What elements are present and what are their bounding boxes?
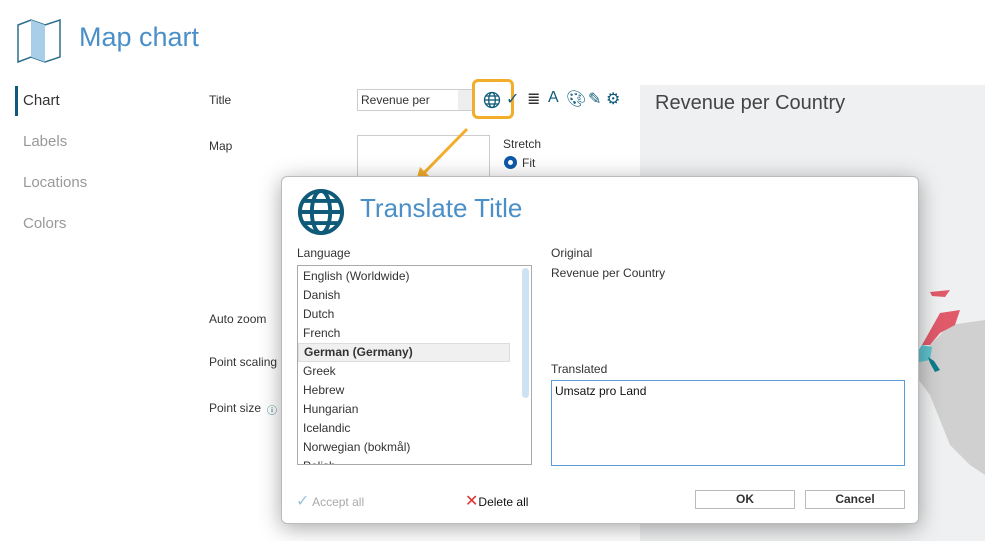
sidebar-item-locations[interactable]: Locations [23,174,87,191]
ok-button[interactable]: OK [695,490,795,509]
title-label: Title [209,93,232,107]
x-icon: ✕ [465,493,479,510]
language-option[interactable]: French [298,324,531,343]
language-option[interactable]: Norwegian (bokmål) [298,438,531,457]
preview-title: Revenue per Country [655,92,846,114]
translated-textarea[interactable]: Umsatz pro Land [551,380,905,466]
font-icon[interactable]: A [548,89,559,107]
translated-label: Translated [551,362,608,376]
fit-radio[interactable] [504,156,517,169]
map-icon [17,19,61,64]
active-indicator [15,86,18,116]
language-option[interactable]: Hebrew [298,381,531,400]
language-option[interactable]: German (Germany) [298,343,510,362]
language-option[interactable]: Dutch [298,305,531,324]
palette-icon[interactable]: 🎨︎ [566,89,586,109]
point-scaling-label: Point scaling [209,355,278,369]
original-value: Revenue per Country [551,266,666,280]
language-label: Language [297,246,351,260]
page-title: Map chart [79,22,200,52]
fit-label: Fit [522,156,536,170]
language-option[interactable]: English (Worldwide) [298,267,531,286]
language-option[interactable]: Icelandic [298,419,531,438]
point-size-label: Point size [209,401,262,415]
language-option[interactable]: Danish [298,286,531,305]
title-input[interactable]: Revenue per [357,89,475,111]
cancel-button[interactable]: Cancel [805,490,905,509]
language-option[interactable]: Greek [298,362,531,381]
info-icon[interactable]: ⓘ [267,402,277,417]
align-icon[interactable]: ≣ [527,89,540,109]
delete-all-button[interactable]: ✕Delete all [465,491,528,511]
globe-icon[interactable] [483,91,501,109]
check-icon: ✓ [296,493,310,510]
globe-icon [297,188,345,236]
dialog-title: Translate Title [360,193,523,223]
auto-zoom-label: Auto zoom [209,312,267,326]
pencil-icon[interactable]: ✎ [588,89,601,109]
scrollbar[interactable] [522,268,529,398]
stretch-label: Stretch [503,137,542,151]
sidebar-item-chart[interactable]: Chart [23,92,60,109]
gear-icon[interactable]: ⚙ [606,89,620,109]
sidebar-item-labels[interactable]: Labels [23,133,67,150]
language-option[interactable]: Polish [298,457,531,464]
map-label: Map [209,139,233,153]
translate-dialog: Translate Title Language English (Worldw… [281,176,919,524]
accept-all-button[interactable]: ✓ Accept all [296,491,364,511]
language-list[interactable]: English (Worldwide) Danish Dutch French Germ… [297,265,532,465]
language-option[interactable]: Hungarian [298,400,531,419]
spellcheck-icon[interactable]: ✓ [506,89,519,109]
world-map [915,290,985,475]
original-label: Original [551,246,593,260]
sidebar-item-colors[interactable]: Colors [23,215,66,232]
